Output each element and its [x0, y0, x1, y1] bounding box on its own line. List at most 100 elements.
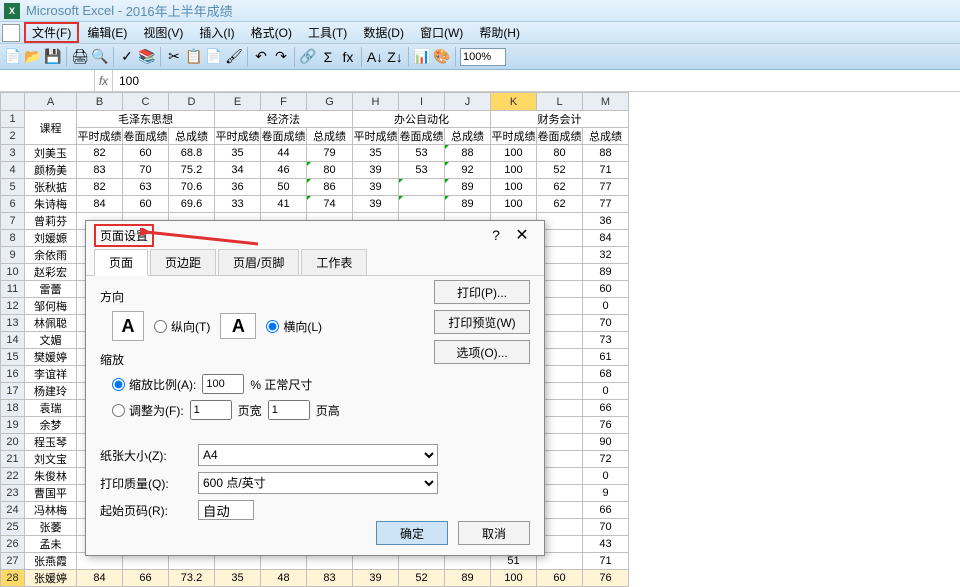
- cell[interactable]: 48: [261, 570, 307, 587]
- cell[interactable]: 84: [77, 196, 123, 213]
- cell[interactable]: 33: [215, 196, 261, 213]
- adjust-radio[interactable]: 缩放比例(A):: [112, 376, 196, 393]
- cell[interactable]: 82: [77, 145, 123, 162]
- cell[interactable]: 39: [353, 570, 399, 587]
- cell[interactable]: 卷面成绩: [399, 128, 445, 145]
- row-header-4[interactable]: 4: [1, 162, 25, 179]
- cell[interactable]: 余依雨: [25, 247, 77, 264]
- menu-tools[interactable]: 工具(T): [300, 22, 355, 43]
- menu-edit[interactable]: 编辑(E): [79, 22, 135, 43]
- row-header-26[interactable]: 26: [1, 536, 25, 553]
- print-button[interactable]: 打印(P)...: [434, 280, 530, 304]
- row-header-15[interactable]: 15: [1, 349, 25, 366]
- cell[interactable]: 朱诗梅: [25, 196, 77, 213]
- cell[interactable]: 曹国平: [25, 485, 77, 502]
- cell[interactable]: 83: [77, 162, 123, 179]
- cell[interactable]: 0: [583, 298, 629, 315]
- fx-icon[interactable]: fx: [95, 70, 113, 91]
- cell[interactable]: 50: [261, 179, 307, 196]
- cell[interactable]: 34: [215, 162, 261, 179]
- undo-icon[interactable]: ↶: [252, 48, 270, 66]
- cell[interactable]: 68.8: [169, 145, 215, 162]
- menu-insert[interactable]: 插入(I): [191, 22, 242, 43]
- cell[interactable]: 总成绩: [307, 128, 353, 145]
- menu-window[interactable]: 窗口(W): [412, 22, 471, 43]
- research-icon[interactable]: 📚: [138, 48, 156, 66]
- row-header-27[interactable]: 27: [1, 553, 25, 570]
- cell[interactable]: 雷蕾: [25, 281, 77, 298]
- cell[interactable]: 74: [307, 196, 353, 213]
- function-icon[interactable]: fx: [339, 48, 357, 66]
- cell[interactable]: 总成绩: [583, 128, 629, 145]
- cell[interactable]: 66: [583, 502, 629, 519]
- cell[interactable]: 73: [583, 332, 629, 349]
- col-header-I[interactable]: I: [399, 93, 445, 111]
- cell[interactable]: 0: [583, 468, 629, 485]
- row-header-18[interactable]: 18: [1, 400, 25, 417]
- cell[interactable]: 32: [583, 247, 629, 264]
- cell[interactable]: 刘文宝: [25, 451, 77, 468]
- cell[interactable]: 0: [583, 383, 629, 400]
- tab-page[interactable]: 页面: [94, 249, 148, 276]
- hyperlink-icon[interactable]: 🔗: [299, 48, 317, 66]
- cell[interactable]: 杨建玲: [25, 383, 77, 400]
- col-header-B[interactable]: B: [77, 93, 123, 111]
- cell[interactable]: 颜杨美: [25, 162, 77, 179]
- row-header-7[interactable]: 7: [1, 213, 25, 230]
- cell[interactable]: 69.6: [169, 196, 215, 213]
- cell[interactable]: 77: [583, 179, 629, 196]
- cell[interactable]: 77: [583, 196, 629, 213]
- row-header-9[interactable]: 9: [1, 247, 25, 264]
- cell[interactable]: 70: [583, 315, 629, 332]
- sort-asc-icon[interactable]: A↓: [366, 48, 384, 66]
- col-header-F[interactable]: F: [261, 93, 307, 111]
- zoom-input[interactable]: [460, 48, 506, 66]
- help-icon[interactable]: ?: [484, 227, 508, 243]
- cell[interactable]: 冯林梅: [25, 502, 77, 519]
- row-header-11[interactable]: 11: [1, 281, 25, 298]
- row-header-6[interactable]: 6: [1, 196, 25, 213]
- cell[interactable]: 程玉琴: [25, 434, 77, 451]
- row-header-24[interactable]: 24: [1, 502, 25, 519]
- row-header-20[interactable]: 20: [1, 434, 25, 451]
- cell[interactable]: 平时成绩: [77, 128, 123, 145]
- cell[interactable]: 卷面成绩: [261, 128, 307, 145]
- cell[interactable]: 孟未: [25, 536, 77, 553]
- print-icon[interactable]: 🖨: [71, 48, 89, 66]
- cell[interactable]: 92: [445, 162, 491, 179]
- menu-file[interactable]: 文件(F): [24, 22, 79, 43]
- tab-sheet[interactable]: 工作表: [301, 249, 367, 275]
- cell[interactable]: 46: [261, 162, 307, 179]
- cell[interactable]: 邹何梅: [25, 298, 77, 315]
- cell[interactable]: 张燕霞: [25, 553, 77, 570]
- fit-height[interactable]: [268, 400, 310, 420]
- cell[interactable]: 89: [445, 570, 491, 587]
- cell[interactable]: 72: [583, 451, 629, 468]
- cell[interactable]: 39: [353, 196, 399, 213]
- cell[interactable]: 60: [583, 281, 629, 298]
- tab-margins[interactable]: 页边距: [150, 249, 216, 275]
- col-header-G[interactable]: G: [307, 93, 353, 111]
- cell[interactable]: 53: [399, 145, 445, 162]
- cell[interactable]: 曾莉芬: [25, 213, 77, 230]
- fit-radio[interactable]: 调整为(F):: [112, 402, 184, 419]
- row-header-25[interactable]: 25: [1, 519, 25, 536]
- col-header-E[interactable]: E: [215, 93, 261, 111]
- cell[interactable]: 平时成绩: [491, 128, 537, 145]
- cell[interactable]: 35: [215, 570, 261, 587]
- cell[interactable]: 36: [583, 213, 629, 230]
- chart-icon[interactable]: 📊: [413, 48, 431, 66]
- cell[interactable]: 张萎: [25, 519, 77, 536]
- save-icon[interactable]: 💾: [44, 48, 62, 66]
- cell[interactable]: 卷面成绩: [537, 128, 583, 145]
- sum-icon[interactable]: Σ: [319, 48, 337, 66]
- cell[interactable]: 35: [215, 145, 261, 162]
- cell[interactable]: [399, 196, 445, 213]
- col-header-J[interactable]: J: [445, 93, 491, 111]
- cell[interactable]: 39: [353, 179, 399, 196]
- col-header-C[interactable]: C: [123, 93, 169, 111]
- cell[interactable]: 平时成绩: [353, 128, 399, 145]
- row-header-1[interactable]: 1: [1, 111, 25, 128]
- cell[interactable]: 62: [537, 196, 583, 213]
- fit-width[interactable]: [190, 400, 232, 420]
